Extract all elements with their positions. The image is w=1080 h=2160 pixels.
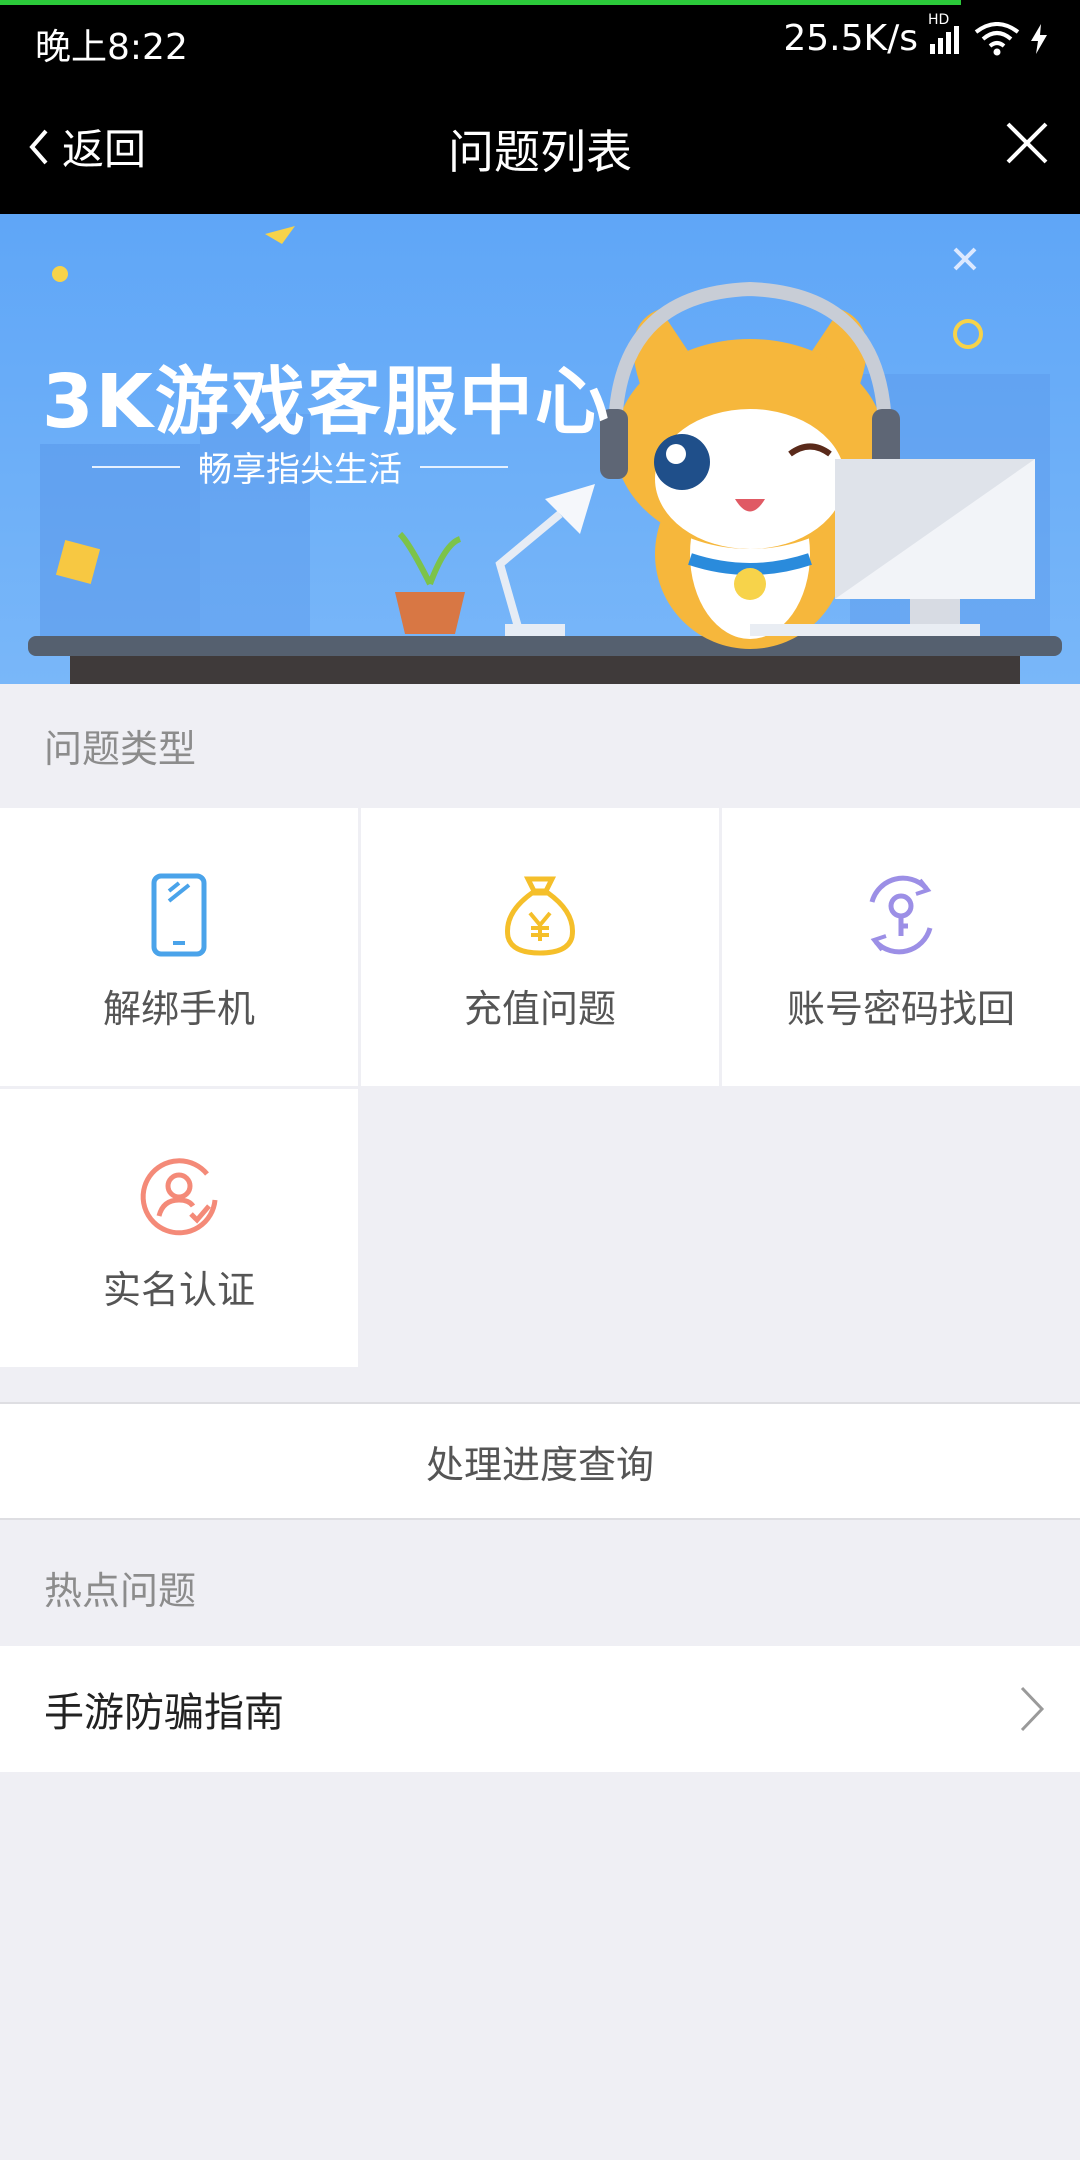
chevron-right-icon bbox=[1020, 1686, 1045, 1732]
banner-subtitle: 畅享指尖生活 bbox=[198, 450, 402, 490]
categories-header: 问题类型 bbox=[44, 727, 197, 771]
hot-issue-label: 手游防骗指南 bbox=[44, 1690, 284, 1736]
network-speed: 25.5K/s bbox=[783, 18, 918, 59]
close-button[interactable] bbox=[1004, 120, 1050, 170]
hot-issues-header: 热点问题 bbox=[44, 1569, 197, 1613]
category-label: 充值问题 bbox=[463, 987, 616, 1031]
category-recharge[interactable]: 充值问题 bbox=[361, 808, 719, 1086]
status-bar: 晚上8:22 25.5K/s HD bbox=[0, 0, 1080, 80]
key-refresh-icon bbox=[869, 875, 933, 955]
close-icon bbox=[1006, 122, 1048, 164]
progress-query-button[interactable]: 处理进度查询 bbox=[0, 1402, 1080, 1520]
banner-title: 3K游戏客服中心 bbox=[42, 359, 611, 445]
hot-issue-item[interactable]: 手游防骗指南 bbox=[0, 1646, 1080, 1772]
category-account-recovery[interactable]: 账号密码找回 bbox=[722, 808, 1080, 1086]
subtitle-divider-left bbox=[92, 465, 180, 468]
customer-service-banner: 3K游戏客服中心 畅享指尖生活 bbox=[0, 214, 1080, 684]
category-label: 实名认证 bbox=[102, 1268, 255, 1312]
nav-bar: 返回 问题列表 bbox=[0, 80, 1080, 214]
category-unbind-phone[interactable]: 解绑手机 bbox=[0, 808, 358, 1086]
page-title: 问题列表 bbox=[448, 125, 632, 179]
banner-subtitle-row: 畅享指尖生活 bbox=[92, 442, 508, 491]
signal-hd-label: HD bbox=[928, 11, 950, 28]
category-real-name[interactable]: 实名认证 bbox=[0, 1089, 358, 1367]
page-load-progress-bar bbox=[0, 0, 962, 5]
user-check-icon bbox=[140, 1158, 218, 1236]
signal-icon: HD bbox=[926, 12, 966, 56]
category-label: 账号密码找回 bbox=[786, 987, 1015, 1031]
charging-icon bbox=[1028, 22, 1050, 56]
category-label: 解绑手机 bbox=[102, 987, 255, 1031]
phone-icon bbox=[151, 873, 207, 957]
money-bag-icon bbox=[505, 876, 575, 956]
subtitle-divider-right bbox=[420, 465, 508, 468]
status-indicators: 25.5K/s HD bbox=[783, 12, 1050, 59]
wifi-icon bbox=[974, 21, 1020, 56]
status-time: 晚上8:22 bbox=[35, 27, 188, 68]
